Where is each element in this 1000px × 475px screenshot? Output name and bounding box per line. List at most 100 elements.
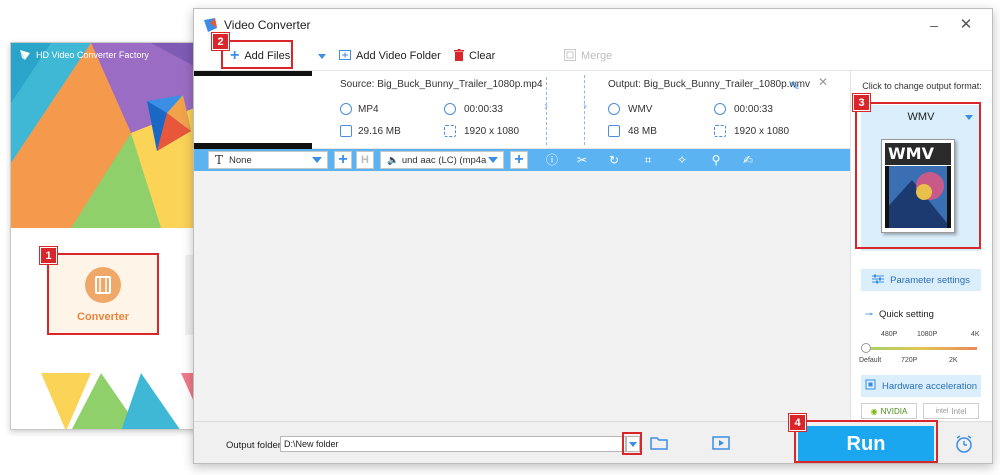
output-format-panel: Click to change output format: WMV WMV P… [850,71,992,421]
merge-button[interactable]: Merge [564,46,612,66]
parameter-settings-label: Parameter settings [890,274,970,286]
folder-icon [608,125,620,137]
add-video-folder-label: Add Video Folder [356,50,441,62]
add-subtitle-button[interactable]: + [334,151,352,169]
chevron-down-icon [965,115,973,120]
format-name: WMV [907,111,935,123]
format-icon [608,103,620,115]
speaker-icon: 🔈 [387,154,399,166]
format-art-text: WMV [888,144,934,163]
tick-2k: 2K [949,357,958,364]
step-4-badge: 4 [789,414,806,431]
parameter-settings-button[interactable]: Parameter settings [861,269,981,291]
brand-cube-logo [147,95,191,151]
thumbnail-letterbox-top [194,71,312,76]
info-icon[interactable]: ⓘ [544,152,560,168]
watermark-stamp-icon[interactable]: ⚲ [708,152,724,168]
converter-label: Converter [77,311,129,323]
edit-name-icon[interactable]: ✎ [790,79,800,93]
output-folder-input[interactable]: D:\New folder [280,436,626,452]
file-row[interactable]: Source: Big_Buck_Bunny_Trailer_1080p.mp4… [194,71,850,149]
chevron-down-icon [312,157,322,163]
file-list-area [194,171,850,421]
browse-folder-icon[interactable] [650,435,668,454]
add-audio-button[interactable]: + [510,151,528,169]
intel-logo-icon: intel [935,407,949,415]
source-format: MP4 [358,104,379,115]
export-subtitle-button[interactable]: H [356,151,374,169]
clear-button[interactable]: Clear [454,46,495,66]
minimize-button[interactable]: – [924,15,944,35]
subtitle-select[interactable]: T None [208,151,328,169]
output-size: 48 MB [628,126,657,137]
output-filename: Output: Big_Buck_Bunny_Trailer_1080p.wmv [608,79,810,90]
output-format: WMV [628,104,653,115]
back-window-title: HD Video Converter Factory [19,49,149,61]
folder-add-icon [339,49,351,63]
intel-label: Intel [951,406,967,416]
output-resolution: 1920 x 1080 [734,126,790,137]
hd-video-converter-factory-window: HD Video Converter Factory Converter [10,42,206,430]
output-format-selector[interactable]: WMV WMV [861,105,981,251]
run-button[interactable]: Run [798,426,934,462]
back-window-footer-art [11,373,205,429]
format-icon [340,103,352,115]
clock-icon [714,103,726,115]
film-icon [85,267,121,303]
close-button[interactable]: ✕ [956,15,976,35]
open-output-folder-icon[interactable] [712,435,730,454]
chevron-down-icon [629,442,637,447]
window-title: Video Converter [224,18,311,32]
quick-setting-label: Quick setting [878,309,934,320]
title-bar: Video Converter – ✕ [194,9,992,41]
video-thumbnail[interactable] [194,71,312,149]
clock-icon [444,103,456,115]
rotate-icon[interactable]: ↻ [606,152,622,168]
quality-slider-track[interactable] [865,347,977,350]
converter-tile[interactable]: Converter [49,255,157,335]
clear-label: Clear [469,50,496,62]
nvidia-label: NVIDIA [880,406,908,416]
bottom-bar: Output folder: D:\New folder Run [194,421,992,463]
audio-track-select[interactable]: 🔈 und aac (LC) (mp4a [380,151,504,169]
chevron-right-icon: › [583,99,587,113]
video-converter-window: Video Converter – ✕ + Add Files Add Vide… [193,8,993,464]
format-hint: Click to change output format: [862,81,982,91]
scissors-icon[interactable]: ✂ [574,152,590,168]
audio-track-value: und aac (LC) (mp4a [401,154,487,166]
source-size: 29.16 MB [358,126,401,137]
merge-label: Merge [581,50,613,62]
source-duration: 00:00:33 [464,104,503,115]
nvidia-logo-icon: ◉ [870,406,878,416]
add-files-label: Add Files [244,50,291,62]
tick-4k: 4K [971,331,980,338]
remove-file-icon[interactable]: ✕ [818,75,828,89]
source-filename: Source: Big_Buck_Bunny_Trailer_1080p.mp4 [340,79,543,90]
output-folder-label: Output folder: [226,440,284,451]
step-3-badge: 3 [853,94,870,111]
nvidia-toggle[interactable]: ◉ NVIDIA [861,403,917,419]
alarm-clock-icon[interactable] [954,434,974,457]
crop-icon[interactable]: ⌗ [640,152,656,168]
text-icon: T [215,153,224,167]
wmv-format-icon: WMV [881,139,955,233]
sliders-icon [872,274,885,287]
resolution-icon [714,125,726,137]
step-1-badge: 1 [40,247,57,264]
quality-slider-handle[interactable] [861,343,871,353]
app-logo-icon [19,49,31,61]
folder-icon [340,125,352,137]
output-folder-dropdown[interactable] [626,436,640,452]
intel-toggle[interactable]: intel Intel [923,403,979,419]
trash-icon [454,48,464,64]
effects-wand-icon[interactable]: ✧ [674,152,690,168]
add-files-button[interactable]: + Add Files [230,46,290,66]
merge-icon [564,48,576,64]
edit-sign-icon[interactable]: ✍ [740,152,756,168]
tick-default: Default [859,357,882,364]
add-video-folder-button[interactable]: Add Video Folder [318,46,441,66]
hardware-acceleration-button[interactable]: Hardware acceleration [861,375,981,397]
toolbar: + Add Files Add Video Folder Clear Merge [194,41,992,71]
step-2-badge: 2 [212,33,229,50]
hardware-acceleration-label: Hardware acceleration [881,380,978,392]
